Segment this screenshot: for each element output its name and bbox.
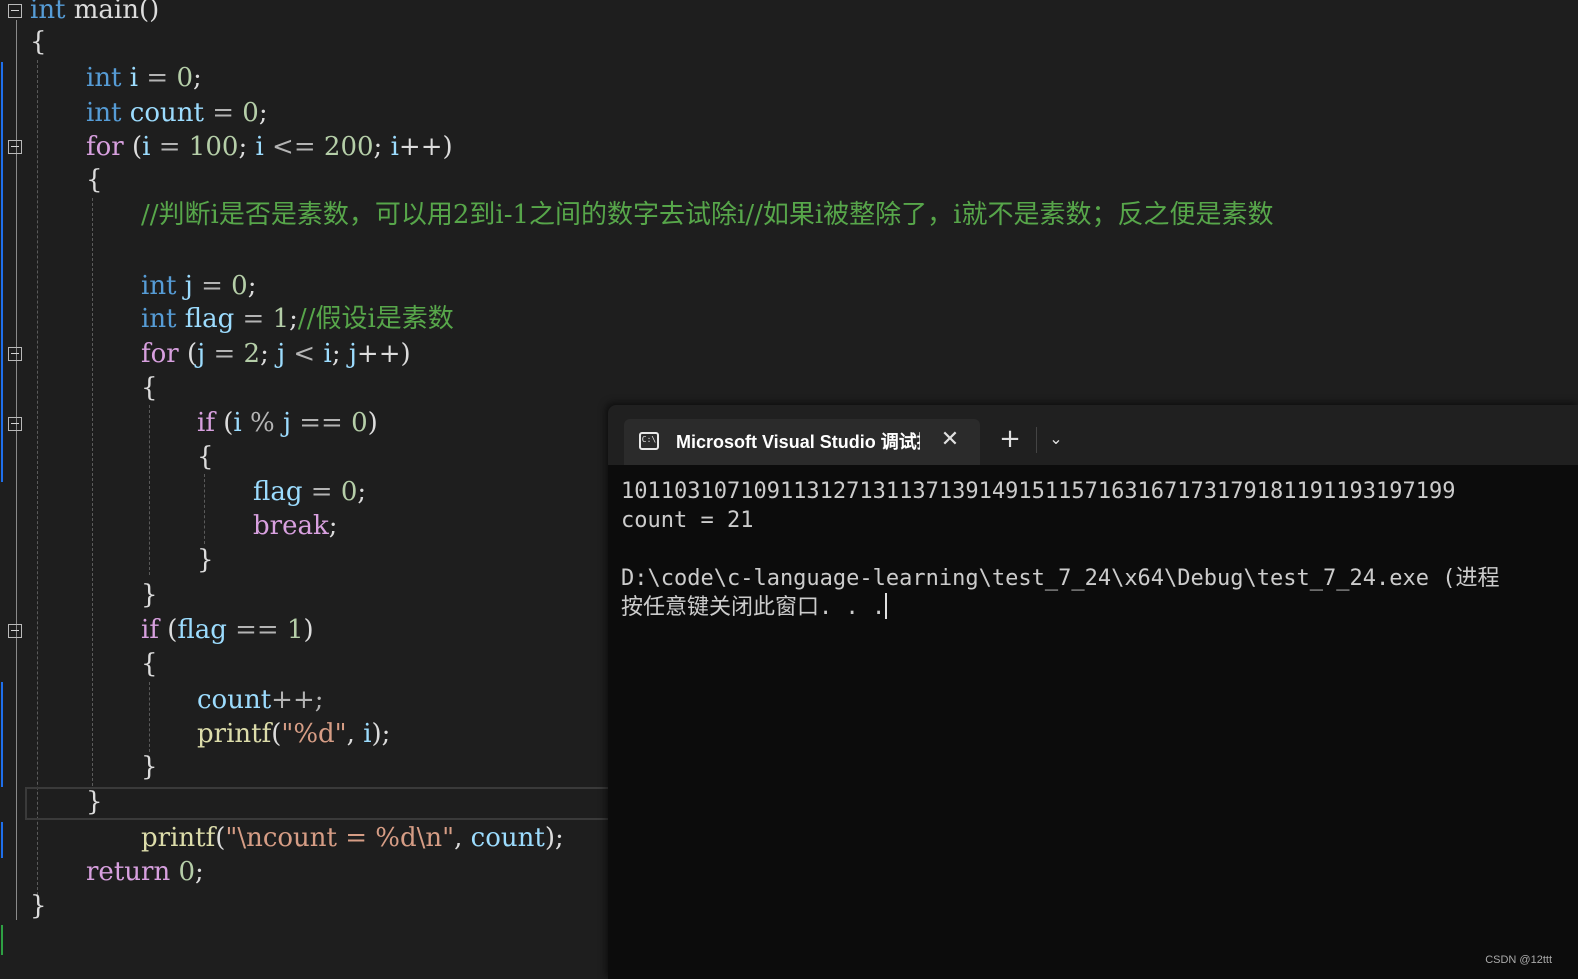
code-line-26: } <box>30 891 47 921</box>
code-line-18: if (flag == 1) <box>141 615 314 645</box>
code-line-1: int main() <box>30 0 160 25</box>
fold-stem <box>16 20 17 920</box>
console-output-line: D:\code\c-language-learning\test_7_24\x6… <box>621 566 1500 591</box>
indent-guide <box>37 60 38 910</box>
new-tab-button[interactable]: + <box>996 425 1024 453</box>
code-line-6: { <box>86 165 103 195</box>
code-line-23: } <box>86 787 103 817</box>
console-icon: C:\ <box>639 432 659 450</box>
debug-console-window[interactable]: C:\ Microsoft Visual Studio 调试控制台 ✕ + ⌄ … <box>608 405 1578 979</box>
change-indicator <box>1 822 3 858</box>
code-line-15: break; <box>253 511 338 541</box>
indent-guide <box>204 474 205 544</box>
console-output-line: count = 21 <box>621 508 754 533</box>
code-line-10: for (j = 2; j < i; j++) <box>141 339 411 369</box>
indent-guide <box>92 198 93 786</box>
code-line-25: return 0; <box>86 857 204 887</box>
change-indicator <box>1 682 3 787</box>
code-line-8: int j = 0; <box>141 271 257 301</box>
code-line-5: for (i = 100; i <= 200; i++) <box>86 132 453 162</box>
code-line-3: int i = 0; <box>86 63 202 93</box>
code-line-22: } <box>141 752 158 782</box>
collapse-main-icon[interactable] <box>8 4 22 18</box>
code-line-9: int flag = 1;//假设i是素数 <box>141 304 454 334</box>
code-line-16: } <box>197 545 214 575</box>
text-cursor <box>885 593 888 619</box>
code-line-21: printf("%d", i); <box>197 719 391 749</box>
collapse-for-outer-icon[interactable] <box>8 140 22 154</box>
code-line-19: { <box>141 649 158 679</box>
console-prompt-text: 按任意键关闭此窗口. . . <box>621 595 886 620</box>
terminal-tab[interactable]: C:\ Microsoft Visual Studio 调试控制台 ✕ <box>624 419 980 465</box>
indent-guide <box>149 405 150 575</box>
code-line-13: { <box>197 442 214 472</box>
chevron-down-icon[interactable]: ⌄ <box>1044 427 1068 451</box>
code-line-4: int count = 0; <box>86 98 268 128</box>
collapse-if-mod-icon[interactable] <box>8 417 22 431</box>
terminal-tab-bar: C:\ Microsoft Visual Studio 调试控制台 ✕ + ⌄ <box>608 405 1578 465</box>
collapse-for-inner-icon[interactable] <box>8 347 22 361</box>
code-line-24: printf("\ncount = %d\n", count); <box>141 823 564 853</box>
code-line-12: if (i % j == 0) <box>197 408 378 438</box>
console-output-line: 1011031071091131271311371391491511571631… <box>621 479 1456 504</box>
code-line-11: { <box>141 373 158 403</box>
terminal-tab-title: Microsoft Visual Studio 调试控制台 <box>676 432 920 452</box>
close-icon[interactable]: ✕ <box>938 428 962 452</box>
change-indicator <box>1 62 3 482</box>
indent-guide <box>149 682 150 752</box>
collapse-if-flag-icon[interactable] <box>8 624 22 638</box>
code-line-14: flag = 0; <box>253 477 367 507</box>
watermark: CSDN @12ttt <box>1485 954 1552 966</box>
current-line-highlight <box>25 787 610 820</box>
code-line-17: } <box>141 580 158 610</box>
change-indicator <box>1 925 3 955</box>
console-output-line: 按任意键关闭此窗口. . . <box>621 593 888 622</box>
code-line-7: //判断i是否是素数，可以用2到i-1之间的数字去试除i//如果i被整除了，i就… <box>141 200 1274 230</box>
code-line-2: { <box>30 27 47 57</box>
tab-separator <box>1036 427 1037 453</box>
code-line-20: count++; <box>197 685 324 715</box>
